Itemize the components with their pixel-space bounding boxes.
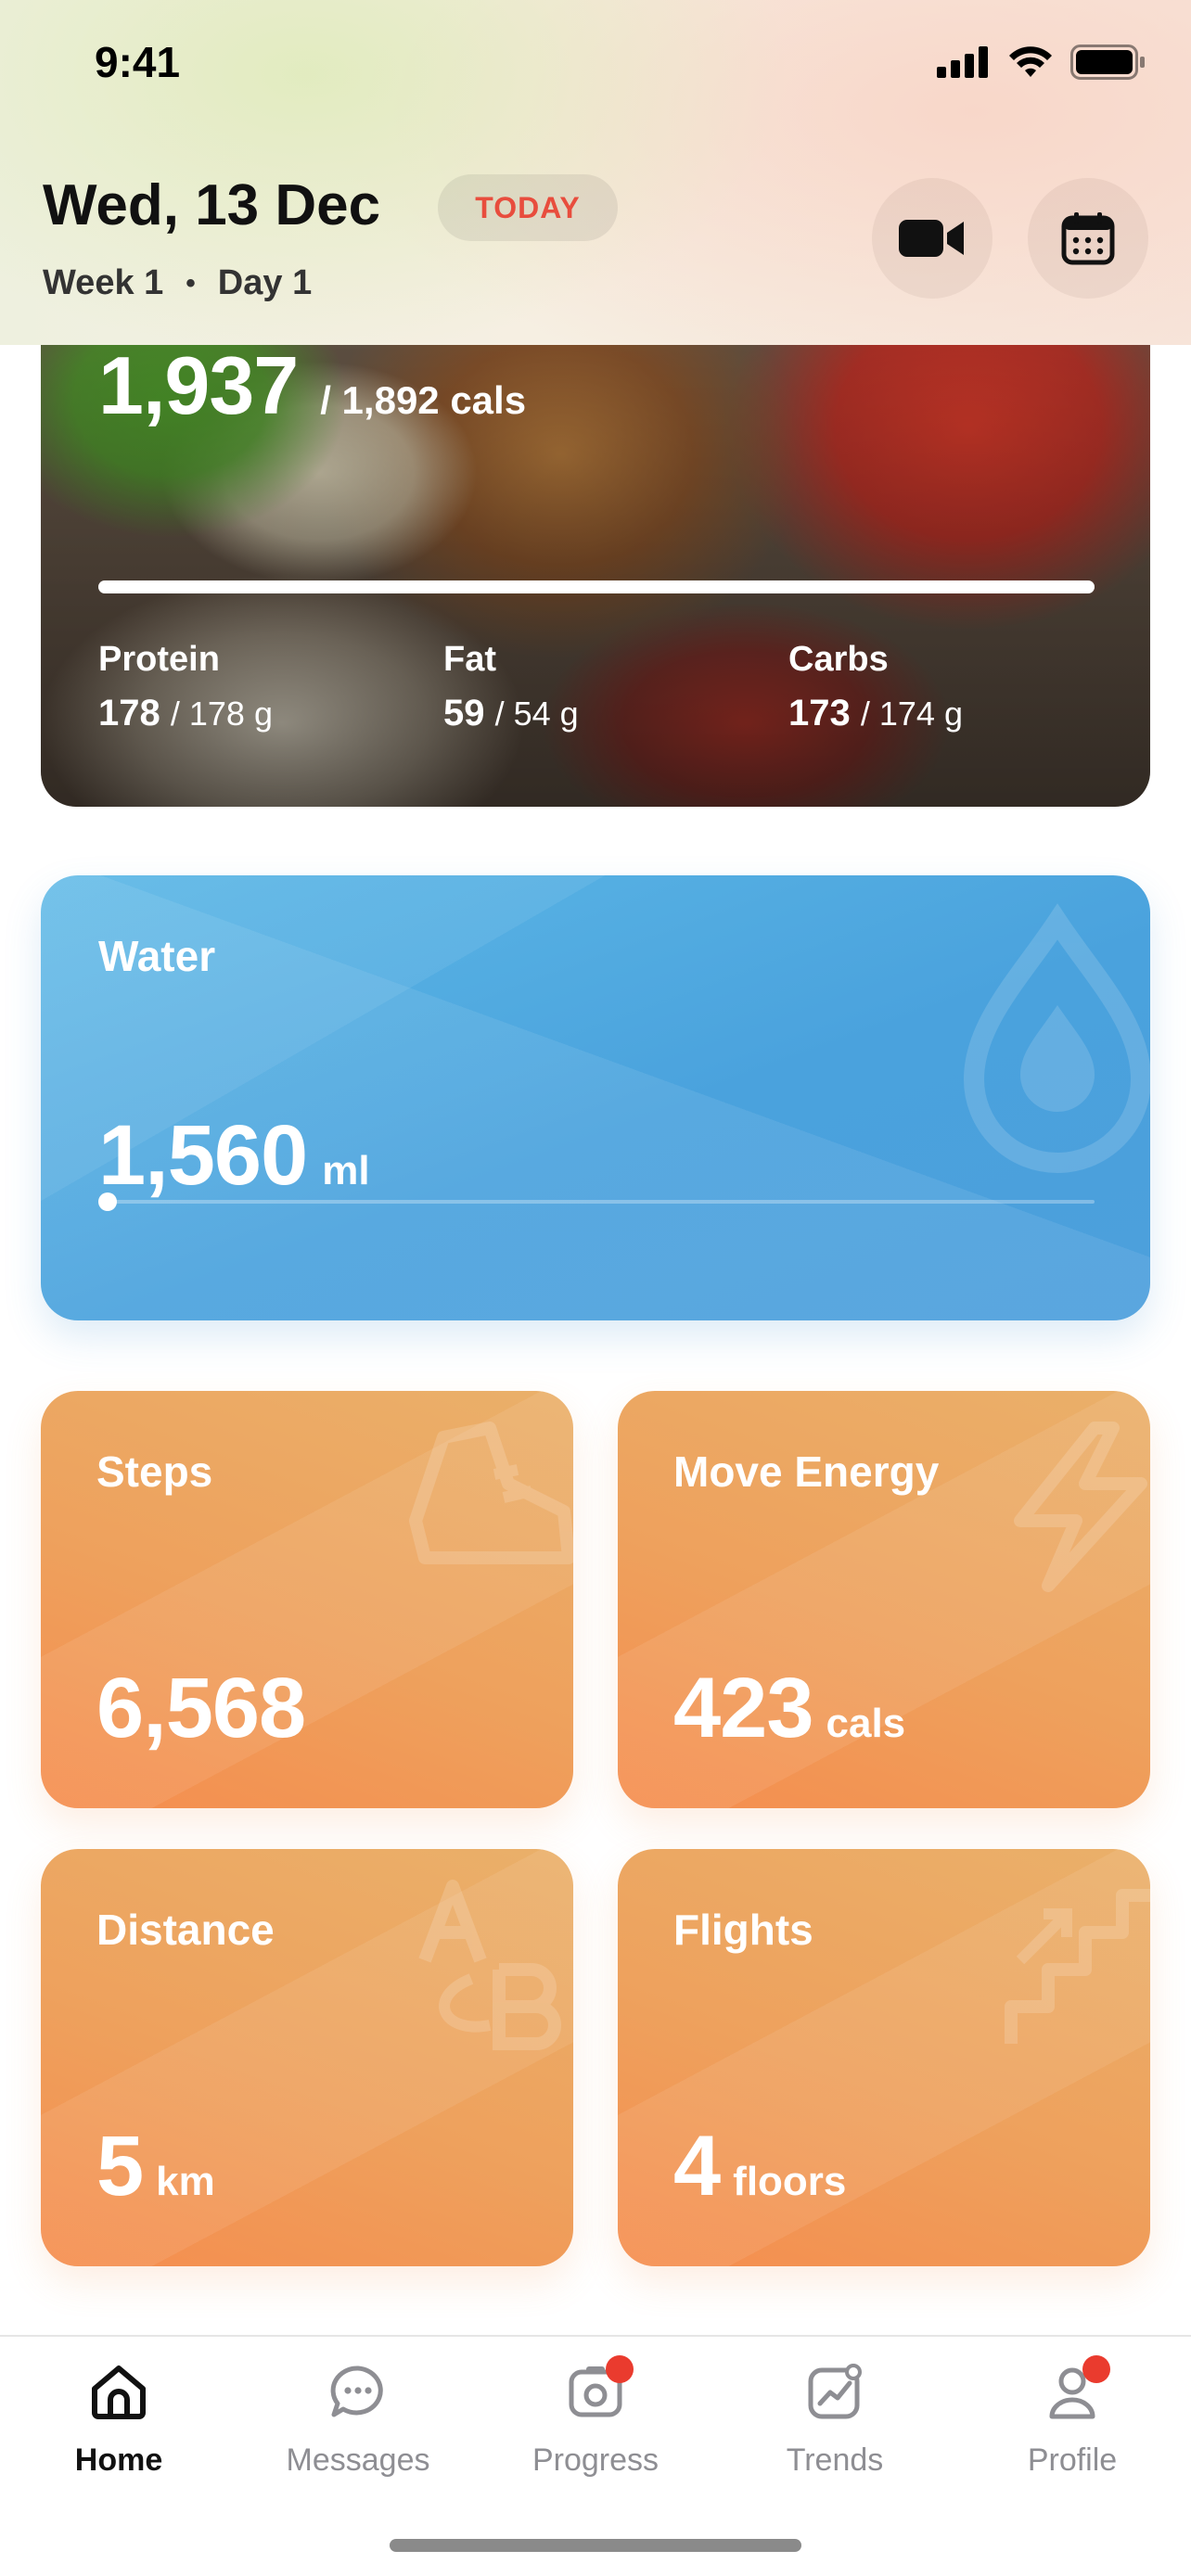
macro-label: Fat [443,640,496,679]
stairs-icon [1005,1889,1150,2044]
distance-value: 5 km [96,2118,215,2215]
water-value: 1,560 ml [98,1107,370,1205]
user-icon [1040,2355,1110,2424]
macro-value: 178 / 178 g [98,693,273,733]
calories-consumed: 1,937 [98,339,299,431]
home-icon [86,2359,151,2424]
notification-badge [1082,2355,1110,2383]
water-title: Water [98,932,216,980]
distance-title: Distance [96,1906,275,1954]
week-day-line: Week 1 • Day 1 [43,263,312,303]
calendar-button[interactable] [1028,178,1148,299]
move-energy-unit: cals [826,1701,906,1746]
tab-label: Messages [286,2442,430,2478]
steps-amount: 6,568 [96,1661,306,1755]
app-screen: 1,937 / 1,892 cals Protein 178 / 178 g F… [0,0,1191,2576]
tab-trends[interactable]: Trends [742,2359,928,2479]
status-time: 9:41 [95,38,181,86]
macro-value: 173 / 174 g [788,693,963,733]
calories-progress-fill [98,580,1095,593]
tab-label: Home [74,2442,163,2478]
status-icons [937,45,1146,80]
wifi-icon [1009,46,1052,77]
macro-carbs: Carbs 173 / 174 g [788,640,963,734]
macro-fat: Fat 59 / 54 g [443,640,579,734]
water-drop-icon [963,903,1150,1173]
steps-card[interactable]: Steps 6,568 [41,1391,573,1808]
tab-messages[interactable]: Messages [265,2359,451,2479]
water-progress-knob[interactable] [98,1192,117,1211]
today-badge: TODAY [438,174,618,241]
trend-chart-icon [802,2359,867,2424]
move-energy-amount: 423 [673,1661,813,1755]
home-indicator[interactable] [390,2539,801,2552]
water-amount: 1,560 [98,1108,308,1203]
distance-unit: km [156,2159,215,2204]
battery-icon [1070,45,1145,80]
lightning-icon [1014,1422,1147,1592]
macro-label: Carbs [788,640,889,679]
tab-label: Profile [1027,2442,1118,2478]
calories-progress-bar [98,580,1095,593]
tab-progress[interactable]: Progress [503,2355,688,2479]
notification-badge [606,2355,634,2383]
cellular-signal-icon [937,46,988,78]
flights-value: 4 floors [673,2118,846,2215]
sneaker-icon [409,1422,573,1564]
flights-title: Flights [673,1906,813,1954]
flights-unit: floors [733,2159,847,2204]
week-label: Week 1 [43,263,164,302]
header: 9:41 Wed, 13 Dec TODAY Week 1 • Day 1 [0,0,1191,345]
water-progress-slider[interactable] [98,1192,1095,1211]
tab-profile[interactable]: Profile [980,2355,1165,2479]
calories-summary: 1,937 / 1,892 cals [98,338,526,433]
chat-bubble-icon [326,2359,391,2424]
a-to-b-icon [418,1880,561,2050]
move-energy-value: 423 cals [673,1660,905,1757]
page-title: Wed, 13 Dec [43,173,381,237]
move-energy-title: Move Energy [673,1447,940,1496]
distance-amount: 5 [96,2119,144,2213]
flights-card[interactable]: Flights 4 floors [618,1849,1150,2266]
macro-label: Protein [98,640,220,679]
tab-home[interactable]: Home [26,2359,211,2479]
video-button[interactable] [872,178,992,299]
steps-value: 6,568 [96,1660,318,1757]
tab-label: Trends [786,2442,884,2478]
flights-amount: 4 [673,2119,721,2213]
macro-value: 59 / 54 g [443,693,579,733]
calories-goal: / 1,892 cals [320,378,527,422]
distance-card[interactable]: Distance 5 km [41,1849,573,2266]
water-unit: ml [322,1148,370,1193]
day-label: Day 1 [217,263,313,302]
camera-progress-icon [563,2355,634,2424]
move-energy-card[interactable]: Move Energy 423 cals [618,1391,1150,1808]
video-camera-icon [899,220,964,257]
separator-dot: • [186,267,196,299]
tab-label: Progress [531,2442,660,2478]
calendar-icon [1061,212,1115,265]
macro-protein: Protein 178 / 178 g [98,640,273,734]
steps-title: Steps [96,1447,213,1496]
water-card[interactable]: Water 1,560 ml [41,875,1150,1320]
